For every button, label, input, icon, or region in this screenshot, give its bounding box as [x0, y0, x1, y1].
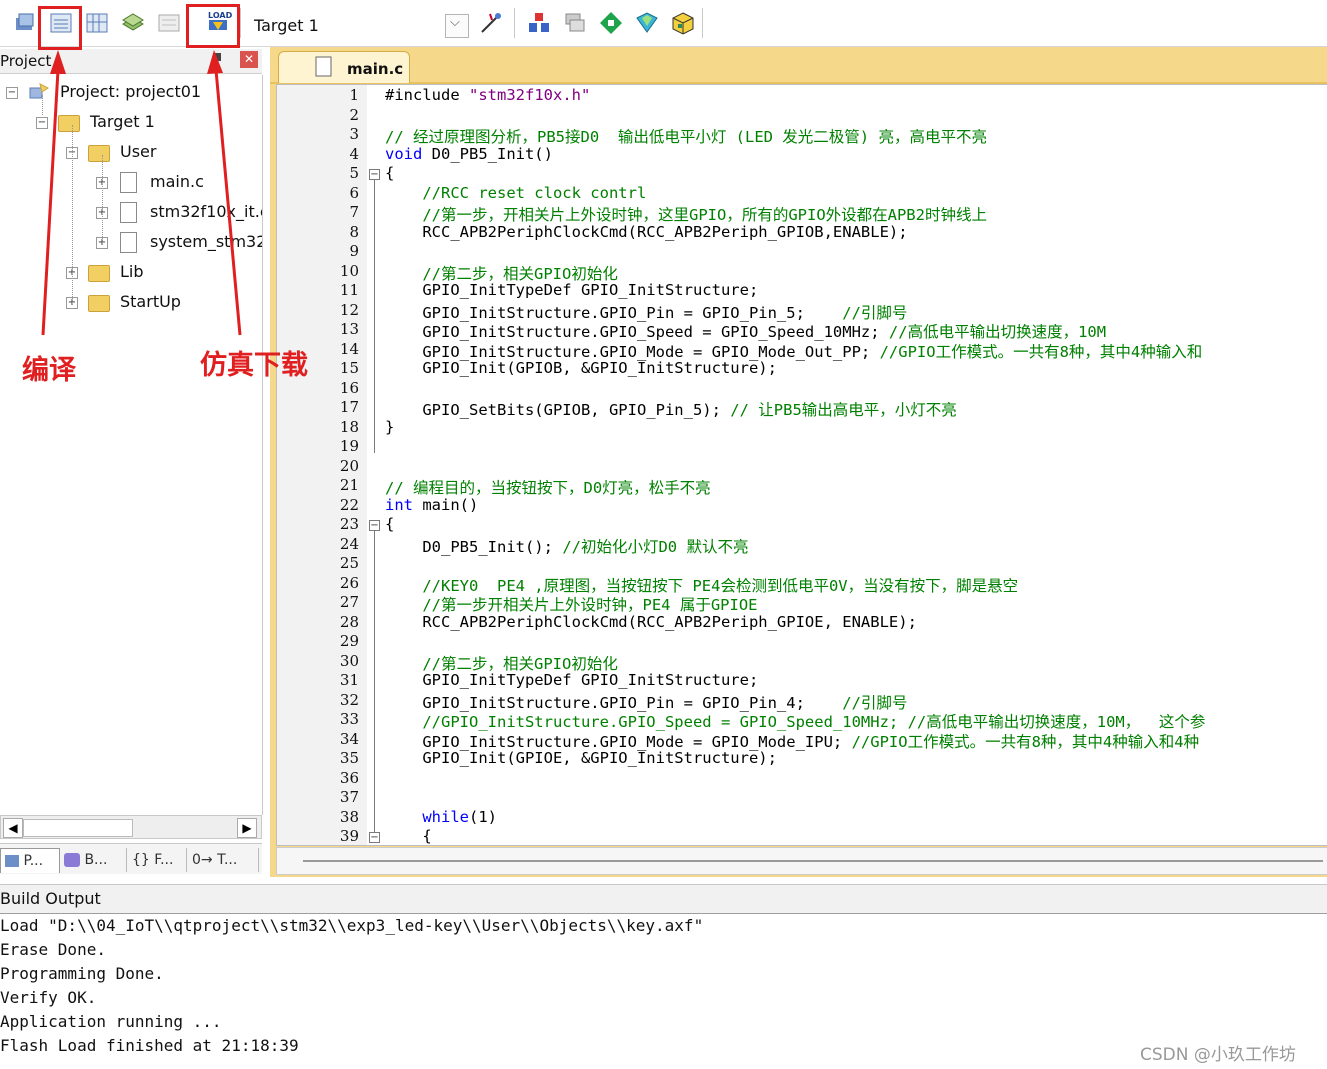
- pack-installer-icon[interactable]: [598, 10, 624, 36]
- editor-tabbar: main.c: [270, 47, 1327, 84]
- cube-icon[interactable]: [670, 10, 696, 36]
- code-line: GPIO_InitTypeDef GPIO_InitStructure;: [385, 671, 759, 689]
- output-line: Verify OK.: [0, 988, 97, 1007]
- tab-functions[interactable]: {} F...: [128, 848, 187, 872]
- line-number: 34: [339, 729, 359, 748]
- fold-toggle-icon[interactable]: −: [369, 832, 380, 843]
- line-number: 36: [339, 768, 359, 787]
- line-number: 31: [339, 671, 359, 689]
- line-number: 23: [339, 515, 359, 533]
- code-line: {: [385, 515, 395, 533]
- code-line: {: [385, 827, 432, 845]
- books-tab-icon: [64, 853, 80, 867]
- select-packs-icon[interactable]: [562, 10, 588, 36]
- panel-tabs: P... B... {} F... 0→ T...: [0, 843, 262, 874]
- chevron-down-icon: ⌵: [450, 15, 460, 30]
- output-line: Load "D:\\04_IoT\\qtproject\\stm32\\exp3…: [0, 916, 704, 935]
- fold-toggle-icon[interactable]: −: [369, 169, 380, 180]
- line-number: 29: [339, 632, 359, 650]
- code-line: RCC_APB2PeriphClockCmd(RCC_APB2Periph_GP…: [385, 222, 908, 241]
- build-output-panel[interactable]: Load "D:\\04_IoT\\qtproject\\stm32\\exp3…: [0, 914, 1327, 1069]
- line-number: 18: [339, 417, 359, 436]
- editor-horizontal-scrollbar[interactable]: [276, 847, 1327, 875]
- code-line: while(1): [422, 807, 497, 826]
- compile-annotation: 编译: [22, 355, 76, 386]
- line-number: 38: [339, 807, 359, 826]
- code-line: //RCC reset clock contrl: [422, 183, 647, 202]
- scroll-left-icon[interactable]: ◀: [3, 818, 23, 838]
- scroll-right-icon[interactable]: ▶: [237, 818, 257, 838]
- line-number: 37: [339, 788, 359, 806]
- tab-templates[interactable]: 0→ T...: [188, 848, 259, 872]
- scrollbar-thumb[interactable]: [303, 860, 1323, 862]
- scrollbar-thumb[interactable]: [23, 819, 133, 837]
- download-annotation: 仿真下载: [200, 350, 308, 381]
- line-number: 17: [339, 398, 359, 416]
- output-line: Application running ...: [0, 1012, 222, 1031]
- output-line: Programming Done.: [0, 964, 164, 983]
- code-line: RCC_APB2PeriphClockCmd(RCC_APB2Periph_GP…: [385, 612, 917, 631]
- line-number: 33: [339, 710, 359, 728]
- manage-project-icon[interactable]: [526, 10, 552, 36]
- output-line: Flash Load finished at 21:18:39: [0, 1036, 299, 1055]
- build-output-title: Build Output: [0, 889, 101, 908]
- project-tab-icon: [5, 855, 19, 867]
- annotation-arrows: [41, 50, 242, 336]
- code-line: void D0_PB5_Init(): [385, 144, 553, 163]
- fold-toggle-icon[interactable]: −: [369, 520, 380, 531]
- code-line: GPIO_InitTypeDef GPIO_InitStructure;: [385, 281, 759, 299]
- line-number: 35: [339, 749, 359, 767]
- manage-components-icon[interactable]: [634, 10, 660, 36]
- output-line: Erase Done.: [0, 940, 106, 959]
- line-number: 21: [339, 476, 359, 494]
- code-line: }: [385, 417, 395, 436]
- line-number: 22: [339, 495, 359, 514]
- line-number: 19: [339, 437, 359, 455]
- code-editor[interactable]: 1 2 3 4 5 6 7 8 9 10 11 12 13 14 15 16 17 18 19 20 21 22 23 24 2…: [276, 84, 1327, 846]
- editor-frame: main.c 1 2 3 4 5 6 7 8 9 10 11 12 13 14 15 16 17 18 19 20 21…: [270, 47, 1327, 877]
- tab-books[interactable]: B...: [60, 848, 127, 872]
- line-number: 30: [339, 651, 359, 670]
- line-number: 25: [339, 554, 359, 572]
- line-number: 20: [339, 456, 359, 475]
- code-line: D0_PB5_Init(); //初始化小灯D0 默认不亮: [385, 537, 749, 556]
- tree-horizontal-scrollbar[interactable]: ◀ ▶: [0, 815, 262, 839]
- line-number: 27: [339, 593, 359, 611]
- code-line: GPIO_Init(GPIOB, &GPIO_InitStructure);: [385, 359, 777, 377]
- tab-project[interactable]: P...: [0, 848, 60, 873]
- code-line: #include "stm32f10x.h": [385, 86, 591, 104]
- line-number: 32: [339, 690, 359, 709]
- line-number: 28: [339, 612, 359, 631]
- line-number: 39: [339, 827, 359, 845]
- line-number: 26: [339, 573, 359, 592]
- tab-label: main.c: [347, 60, 404, 78]
- code-line: {: [385, 164, 395, 182]
- line-number: 24: [339, 534, 359, 553]
- code-line: int main(): [385, 495, 479, 514]
- target-dropdown[interactable]: ⌵: [445, 14, 469, 38]
- watermark: CSDN @小玖工作坊: [1140, 1045, 1296, 1065]
- code-line: GPIO_Init(GPIOE, &GPIO_InitStructure);: [385, 749, 777, 767]
- code-line: GPIO_SetBits(GPIOB, GPIO_Pin_5); // 让PB5…: [385, 401, 957, 419]
- target-options-icon[interactable]: [478, 10, 504, 36]
- build-output-header: Build Output: [0, 884, 1327, 915]
